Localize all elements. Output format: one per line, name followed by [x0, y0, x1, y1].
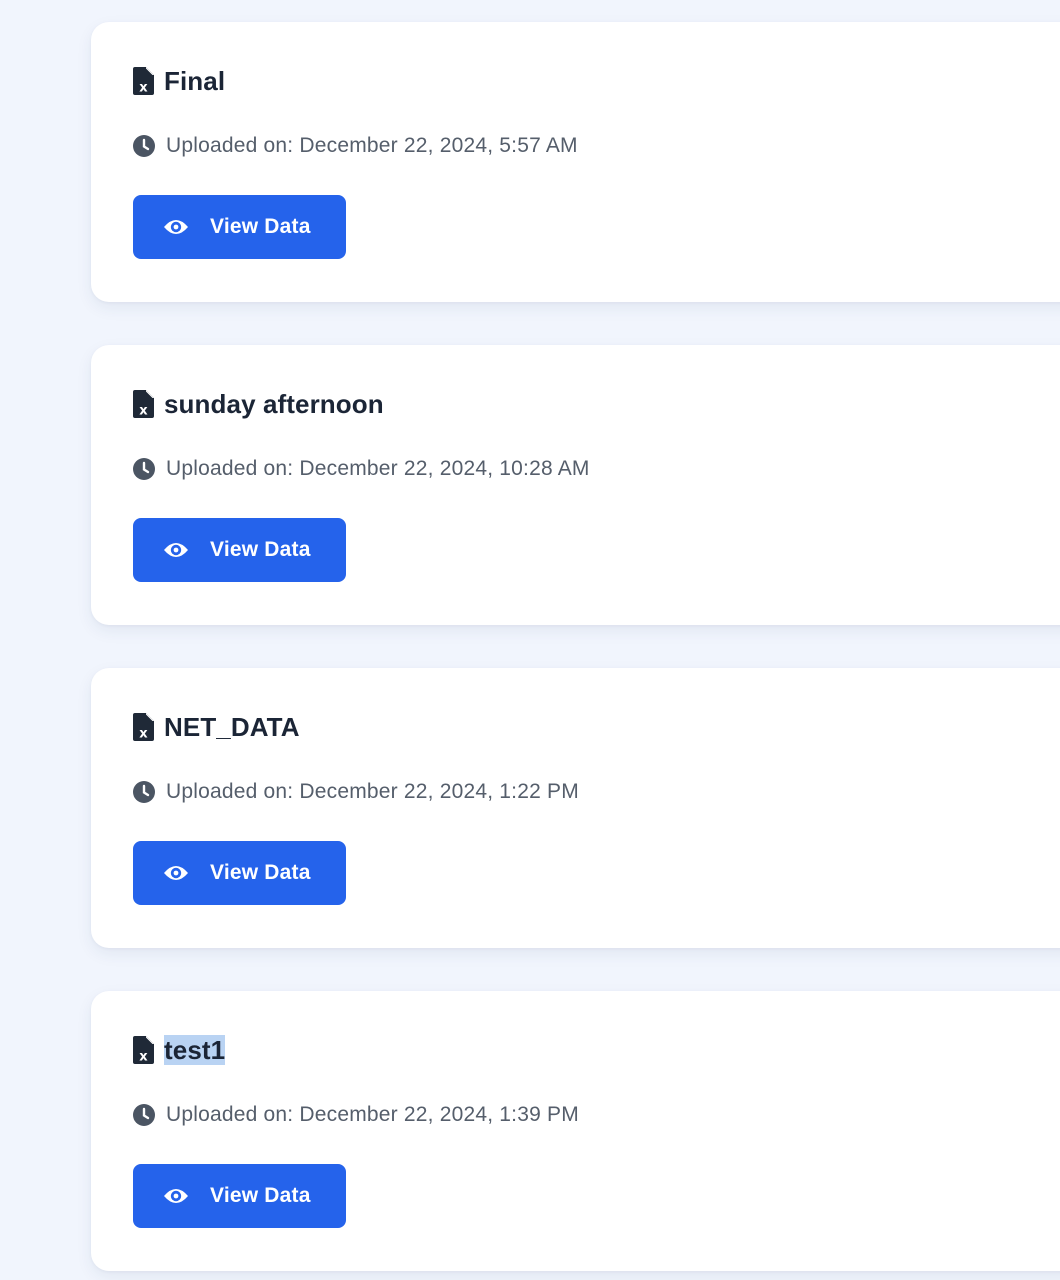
view-data-button[interactable]: View Data [133, 841, 346, 905]
file-name: NET_DATA [164, 712, 300, 742]
file-card: x Final Uploaded on: December 22, 2024, … [91, 22, 1060, 302]
eye-icon [163, 1186, 189, 1206]
upload-meta: Uploaded on: December 22, 2024, 1:39 PM [133, 1103, 579, 1127]
file-card: x test1 Uploaded on: December 22, 2024, … [91, 991, 1060, 1271]
file-excel-icon: x [133, 1036, 154, 1064]
file-card-header: x sunday afternoon [133, 389, 384, 419]
file-card-header: x test1 [133, 1035, 226, 1065]
file-card: x sunday afternoon Uploaded on: December… [91, 345, 1060, 625]
uploaded-timestamp: Uploaded on: December 22, 2024, 1:22 PM [166, 780, 579, 803]
file-excel-icon: x [133, 67, 154, 95]
file-name: test1 [164, 1035, 226, 1065]
file-excel-icon: x [133, 713, 154, 741]
file-name: sunday afternoon [164, 389, 384, 419]
view-data-button[interactable]: View Data [133, 195, 346, 259]
file-card-header: x NET_DATA [133, 712, 300, 742]
svg-text:x: x [139, 81, 148, 96]
eye-icon [163, 217, 189, 237]
clock-icon [133, 458, 155, 480]
upload-meta: Uploaded on: December 22, 2024, 1:22 PM [133, 780, 579, 804]
view-data-button[interactable]: View Data [133, 1164, 346, 1228]
svg-text:x: x [139, 1050, 148, 1065]
file-name: Final [164, 66, 226, 96]
upload-meta: Uploaded on: December 22, 2024, 5:57 AM [133, 134, 578, 158]
clock-icon [133, 1104, 155, 1126]
uploaded-timestamp: Uploaded on: December 22, 2024, 1:39 PM [166, 1103, 579, 1126]
clock-icon [133, 135, 155, 157]
uploaded-timestamp: Uploaded on: December 22, 2024, 5:57 AM [166, 134, 578, 157]
file-excel-icon: x [133, 390, 154, 418]
upload-meta: Uploaded on: December 22, 2024, 10:28 AM [133, 457, 590, 481]
clock-icon [133, 781, 155, 803]
view-data-label: View Data [210, 861, 311, 884]
file-card: x NET_DATA Uploaded on: December 22, 202… [91, 668, 1060, 948]
file-list: x Final Uploaded on: December 22, 2024, … [0, 0, 1060, 1280]
svg-text:x: x [139, 404, 148, 419]
eye-icon [163, 540, 189, 560]
eye-icon [163, 863, 189, 883]
uploaded-timestamp: Uploaded on: December 22, 2024, 10:28 AM [166, 457, 590, 480]
view-data-label: View Data [210, 215, 311, 238]
view-data-button[interactable]: View Data [133, 518, 346, 582]
view-data-label: View Data [210, 1184, 311, 1207]
svg-text:x: x [139, 727, 148, 742]
view-data-label: View Data [210, 538, 311, 561]
file-card-header: x Final [133, 66, 225, 96]
